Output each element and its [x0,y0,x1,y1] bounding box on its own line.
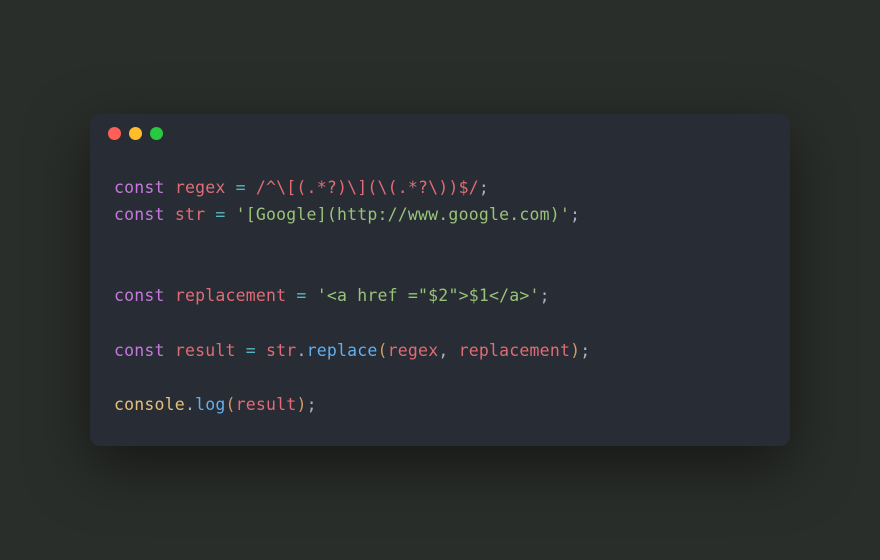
paren: ( [225,395,235,414]
argument: result [236,395,297,414]
operator: = [205,205,235,224]
blank-line [114,364,766,391]
code-line: const result = str.replace(regex, replac… [114,337,766,364]
paren: ) [296,395,306,414]
blank-line [114,255,766,282]
code-line: const replacement = '<a href ="$2">$1</a… [114,282,766,309]
close-icon[interactable] [108,127,121,140]
punctuation: ; [307,395,317,414]
identifier: regex [175,178,226,197]
identifier: str [175,205,205,224]
dot: . [185,395,195,414]
operator: = [236,341,266,360]
code-line: console.log(result); [114,391,766,418]
argument: regex [388,341,439,360]
punctuation: ; [540,286,550,305]
code-line: const str = '[Google](http://www.google.… [114,201,766,228]
minimize-icon[interactable] [129,127,142,140]
function: replace [307,341,378,360]
paren: ( [378,341,388,360]
regex-literal: /^\[(.*?)\](\(.*?\))$/ [256,178,479,197]
dot: . [296,341,306,360]
operator: = [225,178,255,197]
keyword: const [114,341,165,360]
argument: replacement [459,341,570,360]
string-literal: '[Google](http://www.google.com)' [236,205,570,224]
maximize-icon[interactable] [150,127,163,140]
punctuation: ; [570,205,580,224]
keyword: const [114,205,165,224]
code-window: const regex = /^\[(.*?)\](\(.*?\))$/;con… [90,114,790,447]
window-titlebar [90,114,790,154]
object: str [266,341,296,360]
blank-line [114,310,766,337]
object: console [114,395,185,414]
punctuation: ; [580,341,590,360]
keyword: const [114,178,165,197]
identifier: result [175,341,236,360]
code-block: const regex = /^\[(.*?)\](\(.*?\))$/;con… [90,154,790,447]
string-literal: '<a href ="$2">$1</a>' [317,286,540,305]
operator: = [286,286,316,305]
code-line: const regex = /^\[(.*?)\](\(.*?\))$/; [114,174,766,201]
blank-line [114,228,766,255]
punctuation: ; [479,178,489,197]
identifier: replacement [175,286,286,305]
function: log [195,395,225,414]
keyword: const [114,286,165,305]
paren: ) [570,341,580,360]
comma: , [438,341,458,360]
